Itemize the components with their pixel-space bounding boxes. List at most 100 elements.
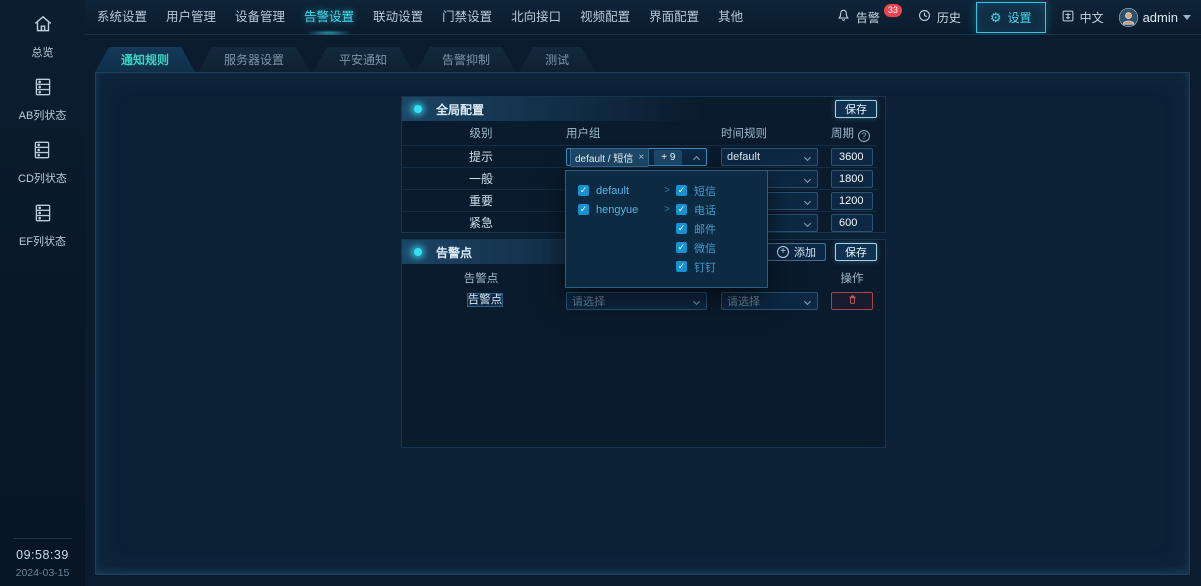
- channel-option-wechat[interactable]: 微信: [676, 238, 716, 257]
- top-bar: 系统设置 用户管理 设备管理 告警设置 联动设置 门禁设置 北向接口 视频配置 …: [85, 0, 1201, 35]
- period-header-label: 周期: [831, 128, 854, 140]
- time-rule-value: default: [727, 151, 760, 163]
- alarm-points-title: 告警点: [436, 244, 472, 261]
- group-option-hengyue[interactable]: hengyue: [578, 200, 670, 219]
- sidebar-item-cd-status[interactable]: CD列状态: [18, 139, 67, 186]
- chevron-down-icon: [804, 220, 811, 227]
- trash-icon: [847, 292, 858, 310]
- sidebar-item-label: EF列状态: [19, 233, 66, 249]
- sidebar-item-ef-status[interactable]: EF列状态: [19, 202, 66, 249]
- nav-item-other[interactable]: 其他: [718, 0, 743, 35]
- alarm-notifications[interactable]: 告警 33: [836, 8, 902, 26]
- checkbox-checked-icon[interactable]: [578, 204, 589, 215]
- delete-button[interactable]: [831, 292, 873, 310]
- translate-icon: [1061, 9, 1075, 26]
- current-date: 2024-03-15: [0, 567, 85, 579]
- level-label: 一般: [402, 168, 560, 190]
- gear-icon: ⚙: [990, 11, 1002, 24]
- main-area: 通知规则 服务器设置 平安通知 告警抑制 测试 全局配置 保存: [85, 35, 1201, 586]
- close-icon[interactable]: [638, 152, 644, 163]
- add-button[interactable]: 添加: [767, 243, 826, 261]
- global-config-save-button[interactable]: 保存: [835, 100, 877, 118]
- channel-option-label: 电话: [694, 202, 716, 218]
- checkbox-checked-icon[interactable]: [676, 242, 687, 253]
- help-icon[interactable]: [858, 130, 870, 142]
- checkbox-checked-icon[interactable]: [676, 223, 687, 234]
- plus-circle-icon: [777, 246, 789, 258]
- channel-option-dingtalk[interactable]: 钉钉: [676, 257, 716, 276]
- column-header-alarm-point: 告警点: [402, 270, 560, 288]
- user-group-select[interactable]: default / 短信 + 9: [566, 148, 707, 166]
- glow-dot-icon: [414, 248, 422, 256]
- chevron-down-icon: [804, 154, 811, 161]
- checkbox-checked-icon[interactable]: [578, 185, 589, 196]
- chevron-down-icon: [804, 176, 811, 183]
- group-option-label: default: [596, 185, 629, 197]
- username: admin: [1143, 10, 1178, 25]
- global-config-title: 全局配置: [436, 101, 484, 118]
- alarm-point-name-button[interactable]: 告警点: [467, 293, 504, 307]
- save-button-label: 保存: [845, 244, 867, 260]
- period-input[interactable]: [831, 170, 873, 188]
- avatar: [1119, 8, 1138, 27]
- channel-option-sms[interactable]: 短信: [676, 181, 716, 200]
- column-header-period: 周期: [831, 124, 873, 144]
- chevron-down-icon: [804, 298, 811, 305]
- tab-server-settings[interactable]: 服务器设置: [198, 47, 310, 72]
- group-option-label: hengyue: [596, 204, 638, 216]
- tab-bar: 通知规则 服务器设置 平安通知 告警抑制 测试: [95, 47, 595, 72]
- nav-item-user-management[interactable]: 用户管理: [166, 0, 216, 35]
- nav-item-linkage-settings[interactable]: 联动设置: [373, 0, 423, 35]
- checkbox-checked-icon[interactable]: [676, 204, 687, 215]
- sidebar-item-overview[interactable]: 总览: [32, 13, 54, 60]
- alarm-point-select-2[interactable]: 请选择: [721, 292, 818, 310]
- select-placeholder: 请选择: [572, 293, 605, 309]
- history-button[interactable]: 历史: [917, 8, 961, 26]
- nav-item-alarm-settings[interactable]: 告警设置: [304, 0, 354, 35]
- nav-item-device-management[interactable]: 设备管理: [235, 0, 285, 35]
- chevron-right-icon: [664, 204, 670, 215]
- rack-icon: [32, 202, 54, 229]
- sidebar-item-ab-status[interactable]: AB列状态: [19, 76, 67, 123]
- language-switcher[interactable]: 中文: [1061, 9, 1104, 26]
- channel-option-label: 微信: [694, 240, 716, 256]
- column-header-level: 级别: [402, 124, 560, 144]
- channel-option-email[interactable]: 邮件: [676, 219, 716, 238]
- history-label: 历史: [937, 9, 961, 26]
- tab-test[interactable]: 测试: [519, 47, 595, 72]
- user-menu[interactable]: admin: [1119, 8, 1191, 27]
- user-group-dropdown: default hengyue 短信: [565, 170, 768, 288]
- channel-option-label: 邮件: [694, 221, 716, 237]
- nav-item-system-settings[interactable]: 系统设置: [97, 0, 147, 35]
- alarm-point-select-1[interactable]: 请选择: [566, 292, 707, 310]
- dropdown-channels-column: 短信 电话 邮件 微信: [676, 181, 716, 276]
- settings-button[interactable]: ⚙ 设置: [976, 2, 1046, 33]
- clock-icon: [917, 8, 932, 26]
- bell-icon: [836, 8, 851, 26]
- sidebar-clock: 09:58:39 2024-03-15: [0, 538, 85, 579]
- nav-item-video-config[interactable]: 视频配置: [580, 0, 630, 35]
- channel-option-phone[interactable]: 电话: [676, 200, 716, 219]
- alarm-points-save-button[interactable]: 保存: [835, 243, 877, 261]
- period-input[interactable]: [831, 192, 873, 210]
- nav-item-northbound-interface[interactable]: 北向接口: [511, 0, 561, 35]
- nav-item-ui-config[interactable]: 界面配置: [649, 0, 699, 35]
- checkbox-checked-icon[interactable]: [676, 185, 687, 196]
- rack-icon: [31, 139, 53, 166]
- more-count-chip: + 9: [654, 150, 682, 165]
- column-header-time-rule: 时间规则: [721, 124, 818, 144]
- tab-alarm-suppression[interactable]: 告警抑制: [416, 47, 516, 72]
- tab-safety-notification[interactable]: 平安通知: [313, 47, 413, 72]
- level-label: 提示: [402, 146, 560, 168]
- checkbox-checked-icon[interactable]: [676, 261, 687, 272]
- add-button-label: 添加: [794, 244, 816, 260]
- group-option-default[interactable]: default: [578, 181, 670, 200]
- nav-item-access-settings[interactable]: 门禁设置: [442, 0, 492, 35]
- period-input[interactable]: [831, 148, 873, 166]
- time-rule-select[interactable]: default: [721, 148, 818, 166]
- period-input[interactable]: [831, 214, 873, 232]
- app-root: 总览 AB列状态 CD列状态: [0, 0, 1201, 586]
- tab-notification-rules[interactable]: 通知规则: [95, 47, 195, 72]
- global-config-header: 全局配置 保存: [402, 97, 885, 121]
- level-label: 紧急: [402, 212, 560, 234]
